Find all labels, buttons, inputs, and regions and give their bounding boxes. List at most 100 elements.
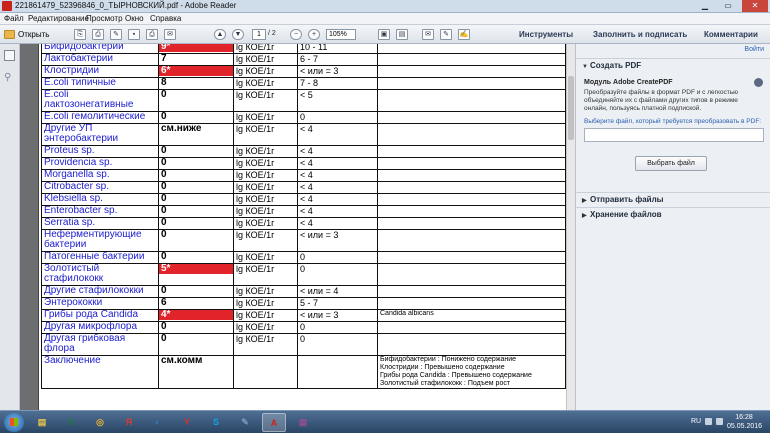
comment bbox=[377, 111, 566, 124]
prev-page-icon[interactable]: ▲ bbox=[214, 29, 226, 40]
reference-range: < или = 4 bbox=[297, 285, 378, 298]
section-send-files[interactable]: ▶ Отправить файлы bbox=[576, 192, 770, 206]
table-row: Золотистый стафилококк 5* lg КОЕ/1г 0 bbox=[41, 263, 566, 286]
reference-range: < 5 bbox=[297, 89, 378, 112]
reference-range bbox=[297, 355, 378, 389]
reference-range: 0 bbox=[297, 333, 378, 356]
comment: Бифидобактерии : Понижено содержание Кло… bbox=[377, 355, 566, 389]
fit-width-icon[interactable]: ▤ bbox=[396, 29, 408, 40]
comment bbox=[377, 193, 566, 206]
indicator-name: Лактобактерии bbox=[41, 53, 159, 66]
menu-edit[interactable]: Редактирование bbox=[28, 14, 89, 23]
menu-view[interactable]: Просмотр bbox=[86, 14, 123, 23]
save-icon[interactable]: ▪ bbox=[128, 29, 140, 40]
unit: lg КОЕ/1г bbox=[233, 251, 298, 264]
menu-bar: Файл Редактирование Просмотр Окно Справк… bbox=[0, 13, 770, 25]
edit-icon[interactable]: ✎ bbox=[110, 29, 122, 40]
attachments-icon[interactable]: ⚲ bbox=[4, 72, 15, 83]
vertical-scrollbar[interactable] bbox=[566, 44, 575, 410]
create-pdf-icon[interactable]: ⎘ bbox=[74, 29, 86, 40]
file-field[interactable] bbox=[584, 128, 764, 142]
result-value: 0 bbox=[158, 229, 234, 252]
indicator-name: Другие УП энтеробактерии bbox=[41, 123, 159, 146]
yandex-browser-icon[interactable]: Y bbox=[175, 413, 199, 432]
page-thumbnails-icon[interactable] bbox=[4, 50, 15, 61]
media-player-icon[interactable]: ◐ bbox=[146, 413, 170, 432]
network-icon[interactable] bbox=[705, 418, 712, 425]
flagged-value: 4* bbox=[159, 310, 233, 320]
page-number-input[interactable]: 1 bbox=[252, 29, 266, 40]
table-row: Enterobacter sp. 0 lg КОЕ/1г < 4 bbox=[41, 205, 566, 218]
zoom-out-icon[interactable]: − bbox=[290, 29, 302, 40]
tools-pane: Войти ▼ Создать PDF Модуль Adobe CreatePD… bbox=[575, 44, 770, 410]
toolbar: Открыть ⎘ ⎙ ✎ ▪ ⎙ ✉ ▲ ▼ 1 / 2 − + 105% ▣… bbox=[0, 25, 770, 44]
unit: lg КОЕ/1г bbox=[233, 263, 298, 286]
open-button[interactable]: Открыть bbox=[4, 28, 49, 41]
table-row: Грибы рода Candida 4* lg КОЕ/1г < или = 3 Ca… bbox=[41, 309, 566, 322]
result-value: 7 bbox=[158, 53, 234, 66]
comment bbox=[377, 123, 566, 146]
acrobat-icon[interactable]: A bbox=[262, 413, 286, 432]
unit: lg КОЕ/1г bbox=[233, 77, 298, 90]
result-value: 6* bbox=[158, 65, 234, 78]
page-total: / 2 bbox=[268, 30, 276, 37]
chrome-icon[interactable]: ◎ bbox=[88, 413, 112, 432]
notepad-icon[interactable]: ✎ bbox=[233, 413, 257, 432]
close-icon[interactable]: ✕ bbox=[742, 0, 768, 12]
comment bbox=[377, 229, 566, 252]
unit: lg КОЕ/1г bbox=[233, 169, 298, 182]
tab-fill-sign[interactable]: Заполнить и подписать bbox=[593, 28, 687, 41]
yandex-icon[interactable]: Я bbox=[117, 413, 141, 432]
print-icon[interactable]: ⎙ bbox=[146, 29, 158, 40]
tab-tools[interactable]: Инструменты bbox=[519, 28, 573, 41]
clock[interactable]: 16:28 05.05.2016 bbox=[727, 413, 762, 431]
login-link[interactable]: Войти bbox=[744, 46, 764, 53]
result-value: 0 bbox=[158, 89, 234, 112]
comment bbox=[377, 77, 566, 90]
skype-icon[interactable]: S bbox=[204, 413, 228, 432]
next-page-icon[interactable]: ▼ bbox=[232, 29, 244, 40]
explorer-icon[interactable]: ▤ bbox=[30, 413, 54, 432]
comment bbox=[377, 217, 566, 230]
indicator-name: Morganella sp. bbox=[41, 169, 159, 182]
indicator-name: Другая грибковая флора bbox=[41, 333, 159, 356]
module-title: Модуль Adobe CreatePDF bbox=[584, 79, 673, 86]
choose-file-hint: Выберите файл, который требуется преобра… bbox=[584, 118, 762, 125]
section-store-files[interactable]: ▶ Хранение файлов bbox=[576, 207, 770, 221]
acrobat-tool-icon[interactable]: ⎙ bbox=[92, 29, 104, 40]
tab-comments[interactable]: Комментарии bbox=[704, 28, 758, 41]
menu-help[interactable]: Справка bbox=[150, 14, 181, 23]
highlight-icon[interactable]: ✎ bbox=[440, 29, 452, 40]
fit-page-icon[interactable]: ▣ bbox=[378, 29, 390, 40]
menu-file[interactable]: Файл bbox=[4, 14, 24, 23]
flagged-value: 6* bbox=[159, 66, 233, 76]
scroll-thumb[interactable] bbox=[568, 76, 574, 140]
section-create-pdf[interactable]: ▼ Создать PDF bbox=[576, 58, 770, 72]
taskbar: ▤ X ◎ Я ◐ Y S ✎ A ▦ RU 16:28 05.05.2016 bbox=[0, 410, 770, 433]
start-button[interactable] bbox=[4, 413, 24, 432]
table-row: Citrobacter sp. 0 lg КОЕ/1г < 4 bbox=[41, 181, 566, 194]
comment bbox=[377, 297, 566, 310]
reference-range: < или = 3 bbox=[297, 229, 378, 252]
unit: lg КОЕ/1г bbox=[233, 193, 298, 206]
minimize-icon[interactable]: ▁ bbox=[694, 0, 716, 12]
volume-icon[interactable] bbox=[716, 418, 723, 425]
choose-file-button[interactable]: Выбрать файл bbox=[635, 156, 707, 171]
maximize-icon[interactable]: ▭ bbox=[717, 0, 739, 12]
comment-icon[interactable]: ✉ bbox=[422, 29, 434, 40]
result-value: 0 bbox=[158, 169, 234, 182]
menu-window[interactable]: Окно bbox=[125, 14, 144, 23]
winrar-icon[interactable]: ▦ bbox=[291, 413, 315, 432]
excel-icon[interactable]: X bbox=[59, 413, 83, 432]
reference-range: 6 - 7 bbox=[297, 53, 378, 66]
comment bbox=[377, 89, 566, 112]
language-indicator[interactable]: RU bbox=[691, 418, 701, 425]
indicator-name: E.coli лактозонегативные bbox=[41, 89, 159, 112]
navigation-pane: ⚲ bbox=[0, 44, 20, 410]
sign-icon[interactable]: ✍ bbox=[458, 29, 470, 40]
indicator-name: Неферментирующие бактерии bbox=[41, 229, 159, 252]
chevron-right-icon: ▶ bbox=[582, 213, 587, 219]
email-icon[interactable]: ✉ bbox=[164, 29, 176, 40]
zoom-in-icon[interactable]: + bbox=[308, 29, 320, 40]
zoom-select[interactable]: 105% bbox=[326, 29, 356, 40]
